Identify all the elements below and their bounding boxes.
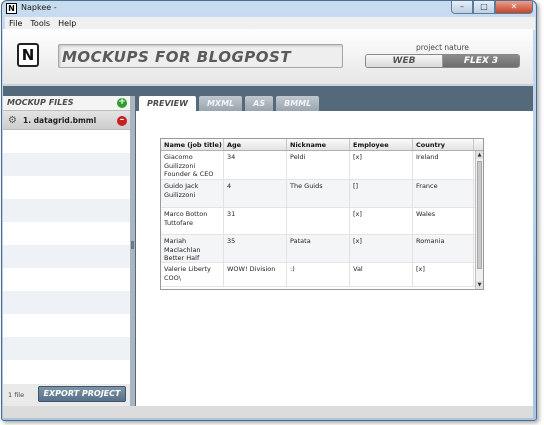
view-tabs: PREVIEW MXML AS BMML (139, 96, 322, 111)
table-cell (287, 208, 350, 234)
menu-file[interactable]: File (9, 19, 22, 28)
empty-list-row (3, 130, 130, 153)
table-cell: Giacomo Guilizzoni Founder & CEO (161, 151, 224, 179)
app-header: N MOCKUPS FOR BLOGPOST project nature WE… (3, 29, 533, 85)
empty-list-row (3, 314, 130, 337)
table-cell: 31 (224, 208, 287, 234)
column-header[interactable]: Name (job title) (161, 139, 224, 150)
empty-list-row (3, 245, 130, 268)
status-bar (3, 406, 533, 418)
empty-list-row (3, 176, 130, 199)
file-count: 1 file (8, 391, 25, 399)
file-name: 1. datagrid.bmml (23, 116, 97, 125)
remove-file-icon[interactable]: – (117, 116, 127, 126)
minimize-button[interactable]: – (451, 1, 473, 14)
file-list-item[interactable]: ⚙ 1. datagrid.bmml – (3, 110, 130, 130)
table-cell: Valerie Liberty COO\ (161, 263, 224, 286)
table-cell: :) (287, 263, 350, 286)
table-cell: Ireland (413, 151, 474, 179)
window-title: Napkee - (21, 3, 57, 12)
table-cell: [x] (350, 235, 413, 262)
column-header[interactable]: Employee (350, 139, 413, 150)
napkee-logo: N (17, 43, 39, 67)
nature-option-flex3[interactable]: FLEX 3 (443, 55, 519, 67)
scrollbar-thumb[interactable] (477, 161, 482, 269)
window-controls: – □ ✕ (451, 1, 533, 14)
table-cell: Romania (413, 235, 474, 262)
empty-list-row (3, 268, 130, 291)
mockup-files-panel: MOCKUP FILES + ⚙ 1. datagrid.bmml – 1 fi… (3, 96, 130, 406)
table-cell: 34 (224, 151, 287, 179)
table-cell: Mariah Maclachlan Better Half (161, 235, 224, 262)
scroll-down-icon[interactable]: ▼ (476, 281, 483, 289)
table-cell: [] (350, 180, 413, 207)
project-title: MOCKUPS FOR BLOGPOST (62, 48, 292, 66)
table-row[interactable]: Marco Botton Tuttofare 31 [x] Wales (161, 208, 483, 235)
table-row[interactable]: Valerie Liberty COO\ WOW! Division :) Va… (161, 263, 483, 287)
table-cell: [x] (350, 151, 413, 179)
table-cell: Marco Botton Tuttofare (161, 208, 224, 234)
empty-list-row (3, 222, 130, 245)
column-header[interactable]: Country (413, 139, 474, 150)
table-cell: [x] (413, 263, 474, 286)
table-cell: Peldi (287, 151, 350, 179)
table-cell: Patata (287, 235, 350, 262)
tab-preview[interactable]: PREVIEW (139, 96, 196, 111)
empty-list-row (3, 291, 130, 314)
column-header[interactable]: Nickname (287, 139, 350, 150)
nature-option-web[interactable]: WEB (366, 55, 443, 67)
close-button[interactable]: ✕ (495, 1, 533, 14)
export-project-button[interactable]: EXPORT PROJECT (38, 386, 126, 402)
column-header[interactable]: Age (224, 139, 287, 150)
maximize-button[interactable]: □ (473, 1, 495, 14)
tab-mxml[interactable]: MXML (198, 96, 243, 111)
table-cell: 4 (224, 180, 287, 207)
table-cell: France (413, 180, 474, 207)
datagrid[interactable]: Name (job title) Age Nickname Employee C… (160, 138, 484, 290)
datagrid-scrollbar[interactable]: ▲ ▼ (475, 151, 483, 289)
preview-pane: Name (job title) Age Nickname Employee C… (136, 111, 533, 406)
panel-splitter[interactable] (130, 96, 135, 406)
table-row[interactable]: Guido Jack Guilizzoni 4 The Guids [] Fra… (161, 180, 483, 208)
empty-list-row (3, 360, 130, 383)
project-nature-toggle: WEB FLEX 3 (365, 54, 520, 68)
table-cell: Wales (413, 208, 474, 234)
sidebar-title: MOCKUP FILES (7, 98, 74, 107)
table-cell: WOW! Division (224, 263, 287, 286)
table-cell: Val (350, 263, 413, 286)
empty-list-row (3, 337, 130, 360)
tab-bmml[interactable]: BMML (276, 96, 320, 111)
table-row[interactable]: Mariah Maclachlan Better Half 35 Patata … (161, 235, 483, 263)
table-cell: The Guids (287, 180, 350, 207)
datagrid-header: Name (job title) Age Nickname Employee C… (161, 139, 483, 151)
table-row[interactable]: Giacomo Guilizzoni Founder & CEO 34 Peld… (161, 151, 483, 180)
add-file-icon[interactable]: + (117, 98, 127, 108)
splitter-grip-icon[interactable] (131, 241, 134, 249)
sidebar-footer: 1 file EXPORT PROJECT (3, 384, 130, 406)
scroll-up-icon[interactable]: ▲ (476, 151, 483, 159)
project-nature-label: project nature (416, 43, 469, 52)
menu-help[interactable]: Help (58, 19, 76, 28)
empty-list-row (3, 153, 130, 176)
gear-icon[interactable]: ⚙ (8, 115, 17, 126)
menu-tools[interactable]: Tools (30, 19, 50, 28)
sidebar-header: MOCKUP FILES + (3, 96, 130, 110)
table-cell: 35 (224, 235, 287, 262)
tab-as[interactable]: AS (245, 96, 274, 111)
table-cell: [x] (350, 208, 413, 234)
app-icon: N (6, 3, 17, 14)
table-cell: Guido Jack Guilizzoni (161, 180, 224, 207)
empty-list-row (3, 199, 130, 222)
title-bar[interactable]: N Napkee - – □ ✕ (2, 1, 536, 17)
project-title-field[interactable]: MOCKUPS FOR BLOGPOST (58, 44, 343, 68)
